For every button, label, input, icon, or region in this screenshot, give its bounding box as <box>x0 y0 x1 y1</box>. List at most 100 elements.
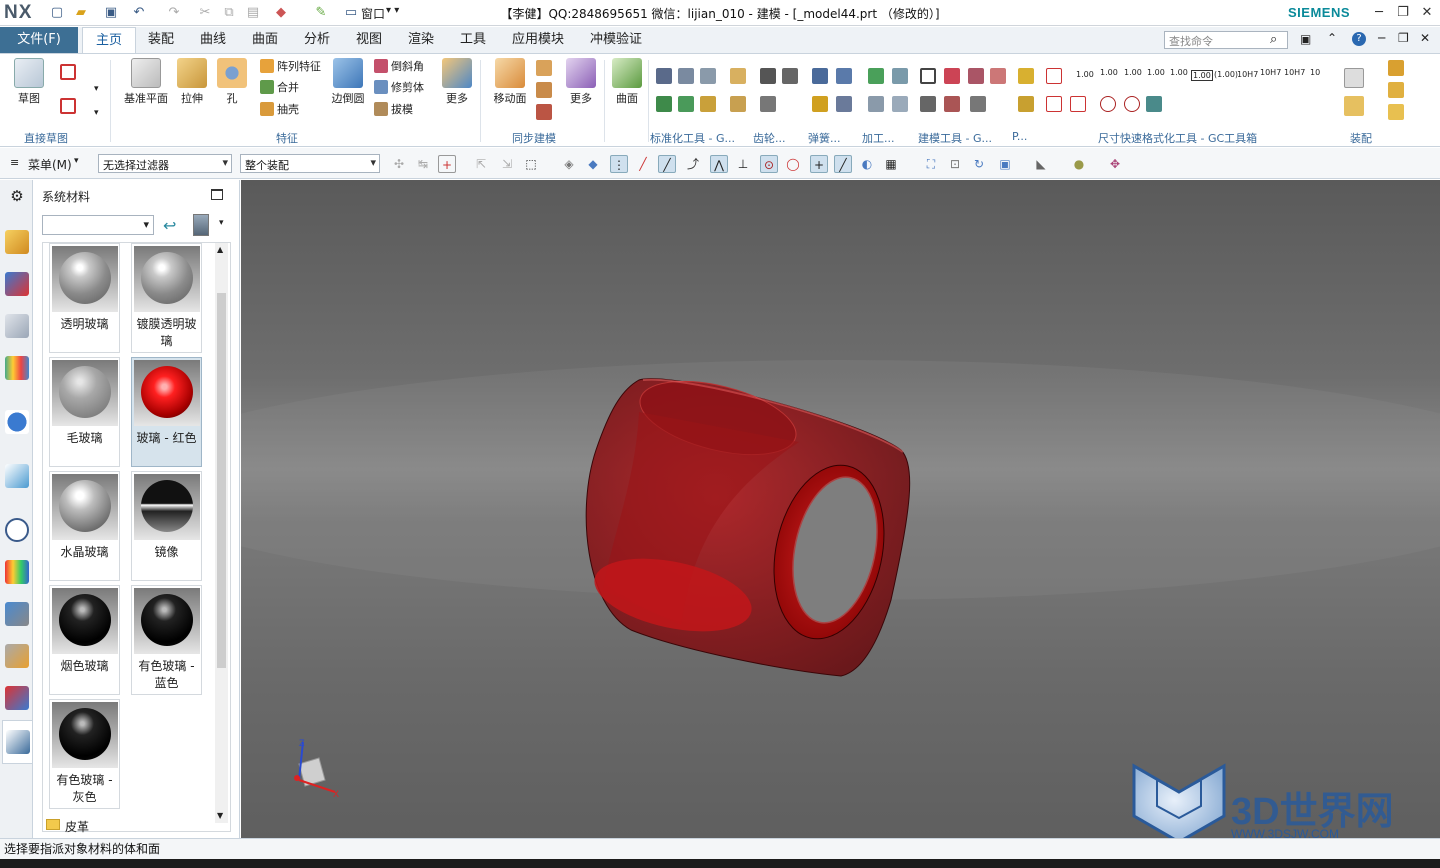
snap-point-icon[interactable]: ⋮ <box>610 155 628 173</box>
rotate-icon[interactable]: ↻ <box>970 155 988 173</box>
layer-icon[interactable] <box>868 96 884 112</box>
render-style-icon[interactable]: ◣ <box>1032 155 1050 173</box>
close-button[interactable]: ✕ <box>1416 3 1438 23</box>
surface-button[interactable]: 曲面 <box>610 58 644 106</box>
dim-c-icon[interactable] <box>1070 96 1086 112</box>
tol-format-5[interactable]: 1.00 <box>1191 70 1213 81</box>
scroll-thumb[interactable] <box>217 293 226 668</box>
p-tool-b-icon[interactable] <box>1018 96 1034 112</box>
constraint-navigator-icon[interactable] <box>5 272 29 296</box>
assembly-c-icon[interactable] <box>1388 60 1404 76</box>
triangle-icon[interactable] <box>920 68 936 84</box>
edge-blend-button[interactable]: 边倒圆 <box>328 58 368 106</box>
datum-plane-button[interactable]: 基准平面 <box>120 58 172 106</box>
probe-icon[interactable] <box>836 96 852 112</box>
view-triad[interactable]: Z X <box>294 738 339 799</box>
resource-bar-icon[interactable]: ▣ <box>1300 32 1311 46</box>
snap-pole-icon[interactable]: ▦ <box>882 155 900 173</box>
reuse-library-icon[interactable] <box>5 356 29 380</box>
rectangle-select-icon[interactable]: ⬚ <box>522 155 540 173</box>
system-scene-icon[interactable] <box>5 560 29 584</box>
inspect-icon[interactable] <box>892 68 908 84</box>
modeling-tool-f-icon[interactable] <box>970 96 986 112</box>
fastener-icon[interactable] <box>678 68 694 84</box>
tol-format-2[interactable]: 1.00 <box>1124 68 1142 77</box>
collapse-ribbon-icon[interactable]: ⌃ <box>1327 31 1337 45</box>
zoom-icon[interactable]: ⊡ <box>946 155 964 173</box>
back-arrow-icon[interactable]: ↩ <box>163 216 176 235</box>
scroll-down-icon[interactable]: ▼ <box>217 811 223 820</box>
measure-icon[interactable] <box>892 96 908 112</box>
material-sphere-icon[interactable]: ● <box>1070 155 1088 173</box>
modeling-tool-c-icon[interactable] <box>990 68 1006 84</box>
snap-b-icon[interactable]: ↹ <box>414 155 432 173</box>
snap-mid-icon[interactable]: ⋀ <box>710 155 728 173</box>
history-clock-icon[interactable] <box>5 518 29 542</box>
minimize-button[interactable]: ─ <box>1368 3 1390 23</box>
snap-line-icon[interactable]: ╱ <box>634 155 652 173</box>
std-part-icon[interactable] <box>656 68 672 84</box>
modeling-tool-e-icon[interactable] <box>944 96 960 112</box>
tab-surface[interactable]: 曲面 <box>244 27 286 53</box>
pull-face-icon[interactable] <box>536 60 552 76</box>
hole-button[interactable]: 孔 <box>214 58 250 106</box>
material-item[interactable]: 玻璃 - 红色 <box>131 357 202 467</box>
tol-format-6[interactable]: (1.00) <box>1214 70 1238 79</box>
file-tab[interactable]: 文件(F) <box>0 27 78 53</box>
tab-view[interactable]: 视图 <box>348 27 390 53</box>
tol-format-9[interactable]: 10H7 <box>1284 68 1305 77</box>
assembly-e-icon[interactable] <box>1388 104 1404 120</box>
spring-icon[interactable] <box>760 68 776 84</box>
maximize-button[interactable]: ❐ <box>1392 3 1414 23</box>
extrude-button[interactable]: 拉伸 <box>174 58 210 106</box>
tab-applications[interactable]: 应用模块 <box>504 27 572 53</box>
scroll-up-icon[interactable]: ▲ <box>217 245 223 254</box>
select-body-icon[interactable]: ⇲ <box>498 155 516 173</box>
doc-minimize-button[interactable]: ─ <box>1378 31 1385 45</box>
view-cube-b-icon[interactable]: ◆ <box>584 155 602 173</box>
maximize-panel-icon[interactable] <box>211 189 223 200</box>
snap-curve-icon[interactable]: ⤴ <box>684 155 702 173</box>
p-tool-a-icon[interactable] <box>1018 68 1034 84</box>
tol-format-7[interactable]: 10H7 <box>1237 70 1258 79</box>
edit-object-display-icon[interactable]: ✥ <box>1106 155 1124 173</box>
material-item[interactable]: 镜像 <box>131 471 202 581</box>
material-item[interactable]: 透明玻璃 <box>49 243 120 353</box>
sketch-gallery-chevron-icon[interactable]: ▾ <box>94 108 99 118</box>
menu-icon[interactable]: ≡ <box>10 156 19 169</box>
web-browser-icon[interactable] <box>5 464 29 488</box>
check-icon[interactable] <box>868 68 884 84</box>
more-sketch-chevron-icon[interactable]: ▾ <box>94 84 99 94</box>
select-all-icon[interactable]: + <box>438 155 456 173</box>
gear-tool-icon[interactable] <box>730 68 746 84</box>
sketch-button[interactable]: 草图 <box>8 58 50 106</box>
joint-icon[interactable] <box>678 96 694 112</box>
material-item[interactable]: 有色玻璃 - 蓝色 <box>131 585 202 695</box>
fit-view-icon[interactable]: ⛶ <box>922 155 940 173</box>
snap-end-icon[interactable]: ╱ <box>658 155 676 173</box>
snap-a-icon[interactable]: ✣ <box>390 155 408 173</box>
process-studio-icon[interactable] <box>5 602 29 626</box>
assembly-d-icon[interactable] <box>1388 82 1404 98</box>
modeling-tool-d-icon[interactable] <box>920 96 936 112</box>
snap-perp-icon[interactable]: ⊥ <box>734 155 752 173</box>
orient-view-icon[interactable]: ▣ <box>996 155 1014 173</box>
assembly-b-icon[interactable] <box>1344 96 1364 116</box>
chamfer-button[interactable]: 倒斜角 <box>374 58 424 76</box>
dim-b-icon[interactable] <box>1046 96 1062 112</box>
spring-coil-icon[interactable] <box>782 68 798 84</box>
tab-curve[interactable]: 曲线 <box>192 27 234 53</box>
system-materials-tab[interactable] <box>2 720 32 764</box>
offset-region-icon[interactable] <box>536 82 552 98</box>
manufacturing-wizard-icon[interactable] <box>5 644 29 668</box>
pin-icon[interactable] <box>700 96 716 112</box>
doc-close-button[interactable]: ✕ <box>1420 31 1430 45</box>
machining-icon[interactable] <box>812 68 828 84</box>
weld-icon[interactable] <box>656 96 672 112</box>
view-options-chevron-icon[interactable]: ▾ <box>219 218 224 228</box>
spring-tool-icon[interactable] <box>760 96 776 112</box>
trim-body-button[interactable]: 修剪体 <box>374 79 424 97</box>
materials-scrollbar[interactable]: ▲ ▼ <box>215 243 228 823</box>
view-cube-a-icon[interactable]: ◈ <box>560 155 578 173</box>
tab-render[interactable]: 渲染 <box>400 27 442 53</box>
